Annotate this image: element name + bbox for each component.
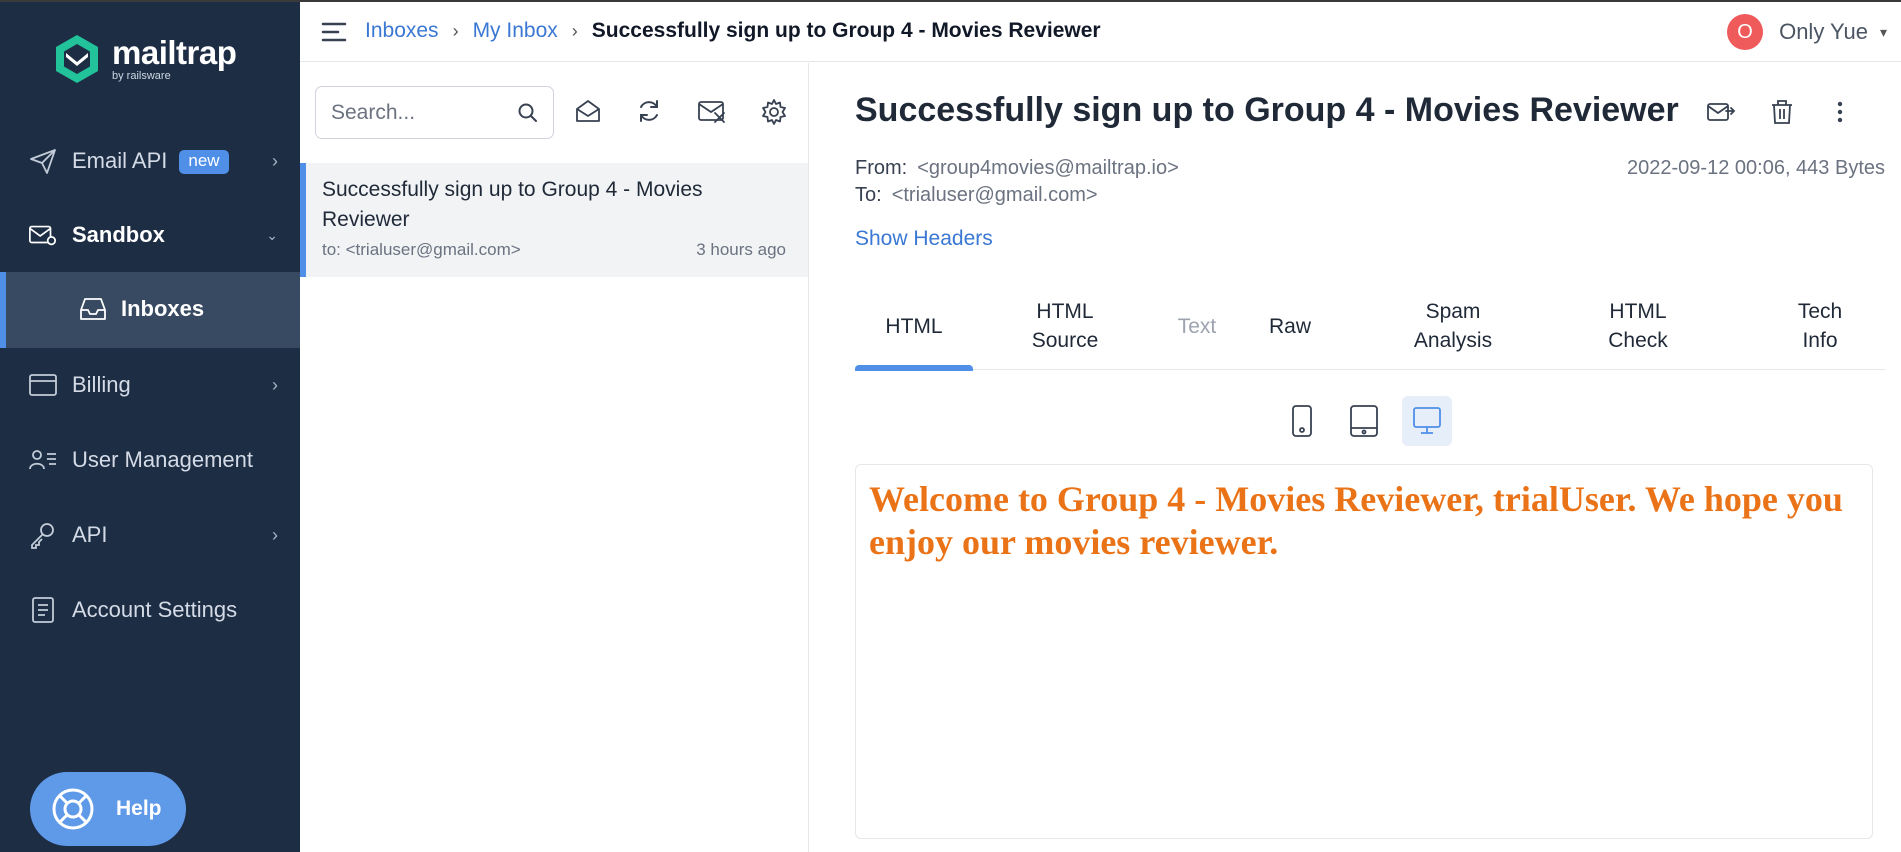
from-value: <group4movies@mailtrap.io> (917, 157, 1179, 179)
show-headers-link[interactable]: Show Headers (855, 227, 993, 251)
chevron-right-icon: › (272, 524, 278, 545)
clear-inbox-icon[interactable] (697, 98, 727, 129)
sidebar-item-api[interactable]: API › (0, 498, 300, 572)
user-list-icon (28, 445, 58, 475)
trash-icon[interactable] (1770, 99, 1794, 130)
from-label: From: (855, 157, 908, 179)
paper-plane-icon (28, 146, 58, 176)
sidebar-item-sandbox[interactable]: Sandbox ⌄ (0, 198, 300, 272)
top-bar: Inboxes › My Inbox › Successfully sign u… (300, 2, 1901, 62)
to-header: To: <trialuser@gmail.com> (855, 184, 1098, 207)
tablet-view-icon[interactable] (1339, 396, 1389, 446)
breadcrumb-my-inbox[interactable]: My Inbox (473, 19, 558, 43)
tab-tech-info[interactable]: Tech Info (1755, 283, 1885, 369)
search-icon[interactable] (517, 102, 539, 129)
breadcrumb-separator: › (571, 20, 578, 41)
email-body-text: Welcome to Group 4 - Movies Reviewer, tr… (869, 479, 1843, 562)
help-label: Help (116, 797, 162, 820)
page-title: Successfully sign up to Group 4 - Movies… (855, 91, 1679, 129)
tab-spam-analysis[interactable]: Spam Analysis (1343, 283, 1563, 369)
lifebuoy-icon (50, 786, 96, 832)
message-viewer: Successfully sign up to Group 4 - Movies… (810, 63, 1901, 852)
mailtrap-logo[interactable]: mailtrap by railsware (52, 32, 237, 86)
desktop-view-icon[interactable] (1402, 396, 1452, 446)
chevron-down-icon: ▾ (1879, 23, 1887, 40)
tab-label: Spam Analysis (1413, 300, 1493, 352)
search-box (315, 86, 554, 139)
list-item[interactable]: Successfully sign up to Group 4 - Movies… (300, 163, 808, 277)
search-input[interactable] (331, 100, 511, 125)
more-options-icon[interactable] (1834, 99, 1846, 130)
inbox-tray-icon (78, 295, 108, 328)
email-preview-frame: Welcome to Group 4 - Movies Reviewer, tr… (855, 464, 1873, 839)
gear-icon[interactable] (760, 98, 788, 131)
message-meta: 2022-09-12 00:06, 443 Bytes (1627, 157, 1885, 179)
from-header: From: <group4movies@mailtrap.io> (855, 157, 1179, 180)
tab-label: Text (1177, 314, 1217, 338)
breadcrumb-current: Successfully sign up to Group 4 - Movies… (591, 19, 1101, 42)
mark-read-icon[interactable] (574, 98, 602, 129)
to-value: <trialuser@gmail.com> (891, 184, 1098, 206)
tab-text[interactable]: Text (1157, 283, 1237, 369)
tab-label: Tech Info (1797, 300, 1843, 352)
sidebar: mailtrap by railsware Email API new › San… (0, 2, 300, 852)
sidebar-item-label: Inboxes (121, 296, 205, 321)
user-name: Only Yue (1779, 19, 1868, 44)
message-time: 3 hours ago (696, 240, 786, 259)
avatar: O (1727, 14, 1764, 50)
chevron-right-icon: › (272, 374, 278, 395)
sidebar-item-label: API (72, 522, 108, 547)
document-list-icon (28, 595, 58, 625)
tab-label: Raw (1268, 314, 1311, 338)
user-menu[interactable]: O Only Yue ▾ (1727, 14, 1887, 50)
sidebar-item-billing[interactable]: Billing › (0, 348, 300, 422)
credit-card-icon (28, 370, 58, 400)
tab-label: HTML (885, 314, 943, 338)
sidebar-item-account-settings[interactable]: Account Settings (0, 573, 300, 647)
breadcrumb-inboxes[interactable]: Inboxes (365, 19, 439, 43)
sidebar-item-label: Email API (72, 147, 168, 173)
sidebar-item-label: Sandbox (72, 222, 165, 247)
breadcrumb-separator: › (452, 20, 459, 41)
tab-label: HTML Source (1031, 300, 1099, 352)
tab-label: HTML Check (1608, 300, 1668, 352)
logo-sub: by railsware (112, 70, 171, 82)
refresh-icon[interactable] (636, 98, 662, 129)
forward-icon[interactable] (1706, 99, 1736, 130)
sidebar-item-inboxes[interactable]: Inboxes (0, 272, 300, 348)
envelope-settings-icon (28, 220, 58, 250)
new-badge: new (179, 150, 229, 175)
tab-html-check[interactable]: HTML Check (1563, 283, 1713, 369)
chevron-down-icon: ⌄ (266, 226, 278, 243)
message-subject: Successfully sign up to Group 4 - Movies… (322, 178, 703, 231)
sidebar-item-email-api[interactable]: Email API new › (0, 124, 300, 198)
hamburger-menu-icon[interactable] (320, 20, 348, 49)
message-tabs: HTML HTML Source Text Raw Spam Analysis … (855, 283, 1885, 371)
to-label: To: (855, 184, 882, 206)
sidebar-item-user-management[interactable]: User Management (0, 423, 300, 497)
breadcrumb: Inboxes › My Inbox › Successfully sign u… (365, 19, 1101, 43)
tab-html[interactable]: HTML (855, 283, 973, 371)
tab-raw[interactable]: Raw (1237, 283, 1343, 369)
message-recipient: to: <trialuser@gmail.com> (322, 240, 521, 259)
key-icon (28, 520, 58, 550)
sidebar-item-label: Billing (72, 372, 131, 397)
message-list-panel: Successfully sign up to Group 4 - Movies… (300, 63, 809, 852)
chevron-right-icon: › (272, 150, 278, 171)
mailtrap-logo-icon (56, 35, 98, 83)
help-button[interactable]: Help (30, 772, 186, 846)
sidebar-item-label: User Management (72, 447, 253, 472)
tab-html-source[interactable]: HTML Source (973, 283, 1157, 369)
logo-word: mailtrap (112, 34, 237, 71)
sidebar-item-label: Account Settings (72, 597, 238, 622)
mobile-view-icon[interactable] (1277, 396, 1327, 446)
